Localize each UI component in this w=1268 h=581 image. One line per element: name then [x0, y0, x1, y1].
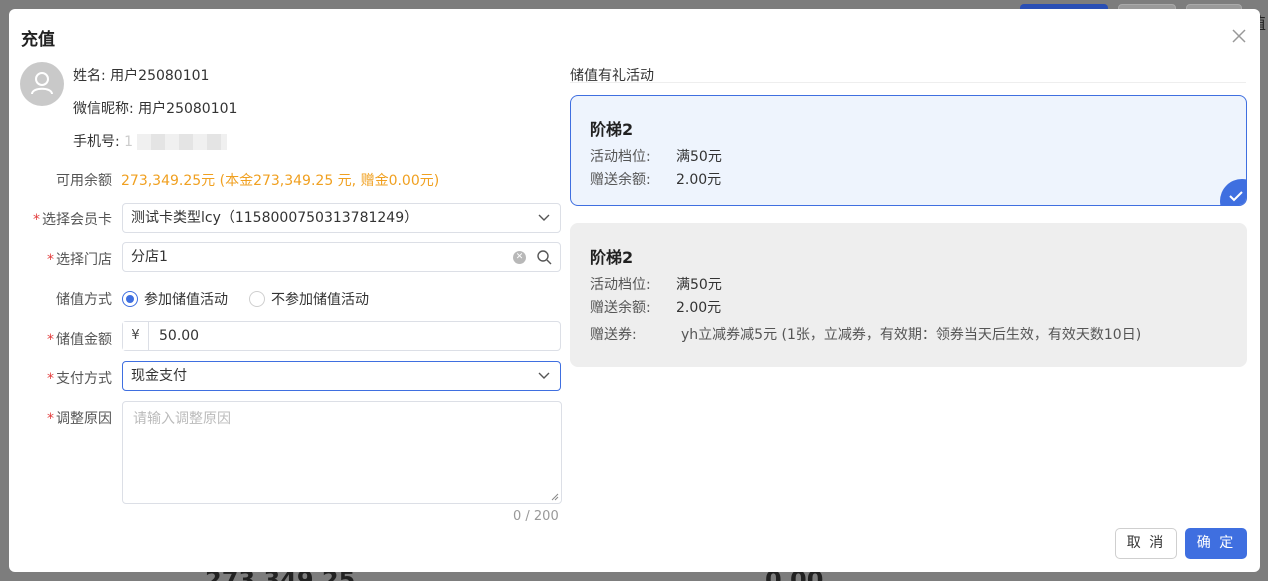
- required-mark: *: [33, 212, 40, 228]
- required-mark: *: [47, 252, 54, 268]
- coupon-label: 赠送券:: [590, 327, 637, 343]
- activity-card-title: 阶梯2: [590, 120, 634, 139]
- search-icon[interactable]: [536, 249, 552, 265]
- confirm-button[interactable]: 确 定: [1185, 528, 1247, 559]
- clear-icon[interactable]: ✕: [513, 251, 526, 264]
- tier-value: 满50元: [676, 149, 722, 165]
- payment-method-value: 现金支付: [131, 368, 187, 384]
- user-icon: [31, 72, 53, 95]
- coupon-value: yh立减券减5元 (1张，立减券，有效期：领券当天后生效，有效天数10日): [681, 327, 1142, 343]
- tier-label: 活动档位:: [590, 149, 651, 165]
- amount-label: * 储值金额: [9, 329, 112, 349]
- reason-textarea[interactable]: 请输入调整原因: [122, 401, 562, 504]
- required-mark: *: [47, 411, 54, 427]
- phone-label: 手机号:: [73, 134, 125, 150]
- payment-label-text: 支付方式: [56, 371, 112, 387]
- payment-label: * 支付方式: [9, 368, 112, 388]
- member-card-select[interactable]: 测试卡类型lcy（1158000750313781249）: [122, 203, 561, 233]
- amount-input[interactable]: ¥ 50.00: [122, 321, 561, 351]
- gift-value: 2.00元: [676, 172, 722, 188]
- payment-method-select[interactable]: 现金支付: [122, 361, 561, 391]
- tier-label: 活动档位:: [590, 277, 651, 293]
- dialog-title: 充值: [21, 30, 55, 50]
- radio-skip-activity[interactable]: 不参加储值活动: [249, 289, 369, 309]
- user-phone: 手机号: 1: [73, 131, 228, 151]
- user-name: 姓名: 用户25080101: [73, 68, 210, 84]
- amount-value[interactable]: 50.00: [149, 322, 199, 350]
- reason-placeholder: 请输入调整原因: [133, 411, 231, 427]
- resize-handle-icon[interactable]: [551, 493, 559, 501]
- activity-card-selected[interactable]: 阶梯2 活动档位: 满50元 赠送余额: 2.00元: [570, 95, 1247, 206]
- reason-label-text: 调整原因: [56, 411, 112, 427]
- reason-counter: 0 / 200: [513, 509, 559, 524]
- activity-gift-row: 赠送余额: 2.00元: [590, 169, 1226, 192]
- activity-tier-row: 活动档位: 满50元: [590, 274, 1226, 297]
- tier-value: 满50元: [676, 277, 722, 293]
- checkmark-icon: [1229, 191, 1243, 202]
- radio-label: 不参加储值活动: [271, 292, 369, 308]
- activity-coupon-row: 赠送券: yh立减券减5元 (1张，立减券，有效期：领券当天后生效，有效天数10…: [590, 324, 1226, 347]
- store-label-text: 选择门店: [56, 252, 112, 268]
- currency-prefix: ¥: [123, 322, 149, 350]
- member-card-value: 测试卡类型lcy（1158000750313781249）: [131, 210, 419, 226]
- card-label-text: 选择会员卡: [42, 212, 112, 228]
- phone-value: 1: [124, 134, 134, 150]
- chevron-down-icon: [538, 372, 550, 379]
- cancel-button[interactable]: 取 消: [1115, 528, 1177, 559]
- activity-card-title: 阶梯2: [590, 248, 634, 267]
- radio-checked-icon: [122, 291, 138, 307]
- recharge-dialog: 充值 姓名: 用户25080101 微信昵称: 用户25080101 手机号: …: [9, 9, 1260, 572]
- balance-value: 273,349.25元 (本金273,349.25 元, 赠金0.00元): [121, 173, 440, 189]
- amount-label-text: 储值金额: [56, 332, 112, 348]
- store-value: 分店1: [131, 249, 168, 265]
- required-mark: *: [47, 332, 54, 348]
- radio-unchecked-icon: [249, 291, 265, 307]
- store-label: * 选择门店: [9, 249, 112, 269]
- radio-label: 参加储值活动: [144, 292, 228, 308]
- chevron-down-icon: [538, 214, 550, 221]
- balance-label: 可用余额: [56, 173, 112, 189]
- required-mark: *: [47, 371, 54, 387]
- phone-mask: [137, 134, 228, 150]
- card-label: * 选择会员卡: [9, 209, 112, 229]
- activity-card[interactable]: 阶梯2 活动档位: 满50元 赠送余额: 2.00元 赠送券: yh立减券减5元…: [570, 223, 1247, 367]
- gift-label: 赠送余额:: [590, 172, 651, 188]
- close-icon[interactable]: [1230, 27, 1248, 45]
- store-select[interactable]: 分店1 ✕: [122, 242, 561, 272]
- activity-tier-row: 活动档位: 满50元: [590, 146, 1226, 169]
- reason-label: * 调整原因: [9, 408, 112, 428]
- gift-label: 赠送余额:: [590, 300, 651, 316]
- radio-join-activity[interactable]: 参加储值活动: [122, 289, 228, 309]
- gift-value: 2.00元: [676, 300, 722, 316]
- activity-gift-row: 赠送余额: 2.00元: [590, 297, 1226, 320]
- avatar: [20, 62, 64, 106]
- divider: [570, 82, 1246, 83]
- mode-label: 储值方式: [56, 292, 112, 308]
- user-wechat-nickname: 微信昵称: 用户25080101: [73, 101, 238, 117]
